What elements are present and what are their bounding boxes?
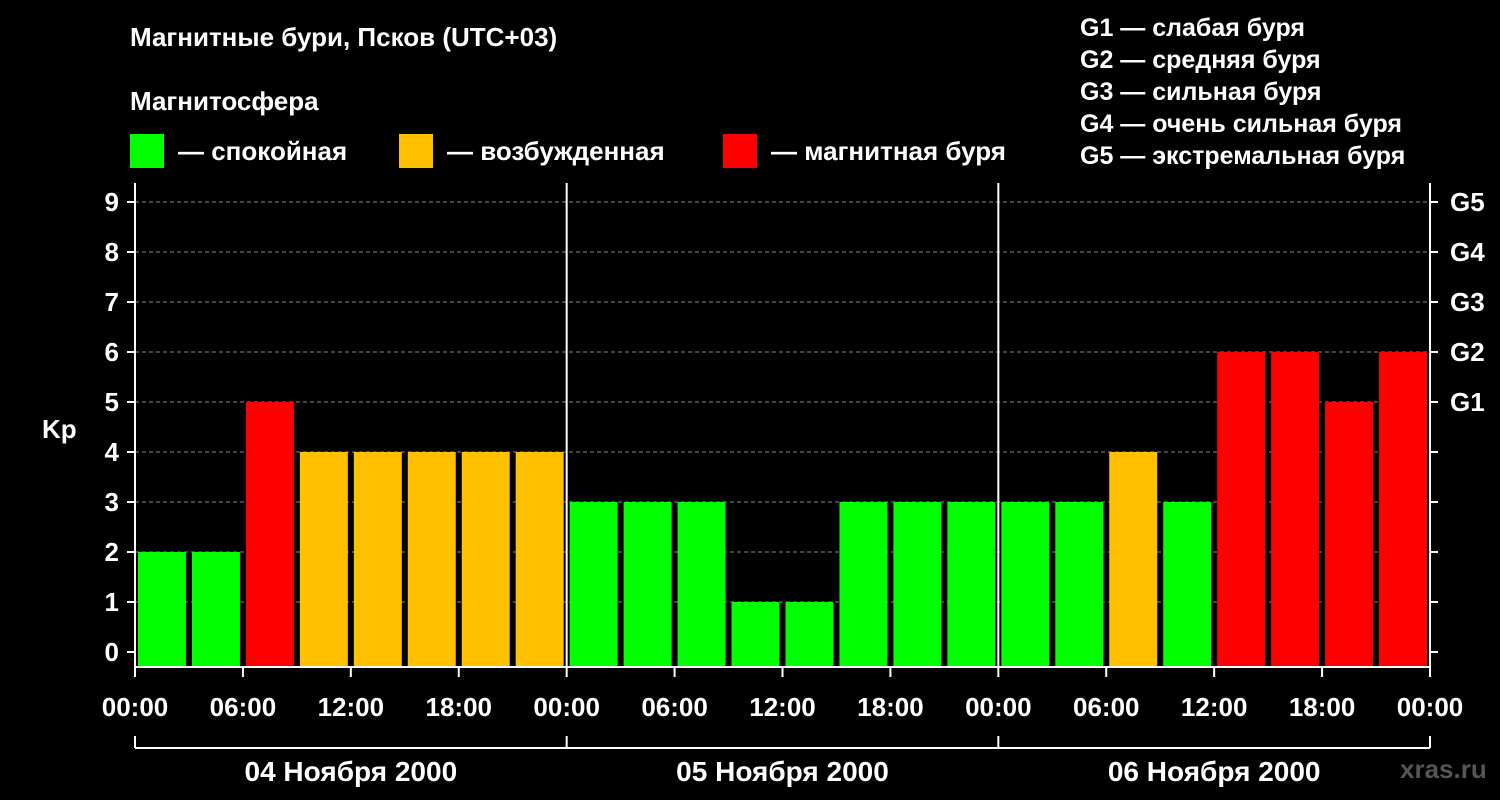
y-tick-label: 3 <box>105 487 119 517</box>
kp-bar <box>407 452 456 667</box>
x-tick-label: 06:00 <box>641 692 708 722</box>
x-tick-label: 00:00 <box>102 692 169 722</box>
g-tick-label: G3 <box>1450 287 1485 317</box>
y-tick-label: 6 <box>105 337 119 367</box>
y-tick-label: 4 <box>105 437 120 467</box>
kp-bar <box>245 402 294 667</box>
y-tick-label: 5 <box>105 387 119 417</box>
kp-bar <box>785 602 834 667</box>
day-label: 04 Ноября 2000 <box>245 756 458 787</box>
kp-bar <box>1163 502 1212 667</box>
y-tick-label: 0 <box>105 637 119 667</box>
day-label: 06 Ноября 2000 <box>1108 756 1321 787</box>
g-tick-label: G1 <box>1450 387 1485 417</box>
x-tick-label: 12:00 <box>1181 692 1248 722</box>
y-tick-label: 1 <box>105 587 119 617</box>
kp-bar <box>1109 452 1158 667</box>
kp-bar <box>353 452 402 667</box>
kp-bar <box>731 602 780 667</box>
kp-bar <box>1271 352 1320 667</box>
x-tick-label: 00:00 <box>1397 692 1464 722</box>
x-tick-label: 18:00 <box>857 692 924 722</box>
kp-bar <box>893 502 942 667</box>
watermark: xras.ru <box>1400 754 1487 784</box>
kp-bar <box>1055 502 1104 667</box>
x-tick-label: 12:00 <box>318 692 385 722</box>
x-tick-label: 00:00 <box>533 692 600 722</box>
kp-bar <box>569 502 618 667</box>
x-tick-label: 00:00 <box>965 692 1032 722</box>
x-tick-label: 06:00 <box>210 692 277 722</box>
x-tick-label: 12:00 <box>749 692 816 722</box>
kp-bar <box>461 452 510 667</box>
y-tick-label: 8 <box>105 237 119 267</box>
x-tick-label: 18:00 <box>426 692 493 722</box>
kp-bar <box>515 452 564 667</box>
kp-bar <box>1379 352 1427 667</box>
g-tick-label: G2 <box>1450 337 1485 367</box>
kp-bar <box>947 502 996 667</box>
kp-bar <box>1217 352 1266 667</box>
y-tick-label: 9 <box>105 187 119 217</box>
kp-bar <box>839 502 888 667</box>
kp-bar <box>677 502 726 667</box>
kp-bar <box>299 452 348 667</box>
y-tick-label: 7 <box>105 287 119 317</box>
kp-bar <box>191 552 240 667</box>
x-tick-label: 18:00 <box>1289 692 1356 722</box>
kp-bar <box>623 502 672 667</box>
y-tick-label: 2 <box>105 537 119 567</box>
g-tick-label: G5 <box>1450 187 1485 217</box>
kp-bar <box>1001 502 1050 667</box>
kp-bar-chart: 0 1 2 3 4 5 6 7 8 9 G1 G2 G3 G4 G5 Kp 00:00 06:00 12:00 18:… <box>42 183 1485 787</box>
g-tick-label: G4 <box>1450 237 1485 267</box>
kp-bar <box>138 552 186 667</box>
day-label: 05 Ноября 2000 <box>676 756 889 787</box>
y-axis-label: Kp <box>42 414 77 444</box>
kp-bar <box>1325 402 1374 667</box>
x-tick-label: 06:00 <box>1073 692 1140 722</box>
